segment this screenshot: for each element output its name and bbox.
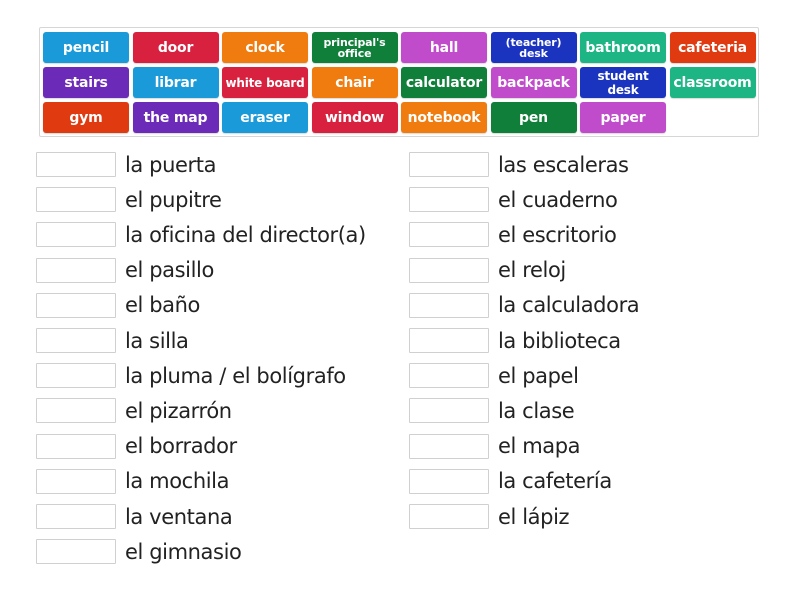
spanish-term-label: el baño [125, 293, 200, 318]
answer-tile[interactable]: paper [580, 102, 666, 133]
answer-tile[interactable]: eraser [222, 102, 308, 133]
answer-tile[interactable]: window [311, 102, 398, 133]
drop-target-box[interactable] [36, 504, 116, 529]
answer-tile[interactable]: chair [311, 67, 398, 98]
answer-tile[interactable]: stairs [43, 67, 129, 98]
match-row: la calculadora [409, 292, 640, 319]
answer-tile[interactable]: librar [132, 67, 219, 98]
drop-target-box[interactable] [36, 292, 116, 318]
drop-target-box[interactable] [36, 187, 116, 213]
drop-target-box[interactable] [36, 539, 116, 565]
answer-tile[interactable]: the map [132, 102, 219, 133]
drop-target-box[interactable] [36, 363, 116, 389]
match-row: la clase [409, 397, 575, 424]
answer-tile[interactable]: calculator [401, 67, 487, 98]
drop-target-box[interactable] [36, 152, 116, 177]
match-row: la cafetería [409, 468, 612, 495]
match-row: el mapa [409, 433, 581, 460]
answer-tile[interactable]: pencil [43, 32, 129, 63]
drop-target-box[interactable] [409, 398, 489, 424]
answer-tile[interactable]: notebook [401, 102, 487, 133]
match-row: la oficina del director(a) [36, 221, 366, 248]
match-row: el pasillo [36, 257, 214, 284]
answer-tile[interactable]: white board [222, 67, 308, 98]
answer-tile[interactable]: door [132, 32, 219, 63]
spanish-term-label: la pluma / el bolígrafo [125, 363, 346, 388]
match-row: la puerta [36, 151, 216, 178]
match-row: el baño [36, 292, 200, 319]
spanish-term-label: el pupitre [125, 187, 222, 212]
drop-target-box[interactable] [36, 433, 116, 459]
spanish-term-label: el mapa [498, 434, 581, 459]
match-row: el escritorio [409, 221, 617, 248]
answer-tile[interactable]: clock [222, 32, 308, 63]
answer-tile[interactable]: backpack [490, 67, 577, 98]
answer-tile[interactable]: cafeteria [669, 32, 756, 63]
answer-tile[interactable]: (teacher) desk [490, 32, 577, 63]
drop-target-box[interactable] [409, 468, 489, 494]
answer-tile[interactable]: principal's office [311, 32, 398, 63]
spanish-term-label: el lápiz [498, 504, 570, 529]
drop-target-box[interactable] [409, 433, 489, 459]
drop-target-box[interactable] [409, 292, 489, 318]
spanish-term-label: el escritorio [498, 222, 617, 247]
match-row: el cuaderno [409, 186, 618, 213]
drop-target-box[interactable] [409, 363, 489, 389]
drop-target-box[interactable] [36, 328, 116, 353]
match-row: la ventana [36, 503, 233, 530]
match-row: la mochila [36, 468, 229, 495]
drop-target-box[interactable] [409, 187, 489, 213]
match-row: la silla [36, 327, 189, 354]
match-row: el papel [409, 362, 579, 389]
spanish-term-label: el reloj [498, 258, 566, 283]
spanish-term-label: la silla [125, 328, 189, 353]
answer-tile[interactable]: bathroom [580, 32, 666, 63]
drop-target-box[interactable] [409, 328, 489, 353]
drop-target-box[interactable] [36, 222, 116, 248]
drop-target-box[interactable] [409, 504, 489, 529]
spanish-term-label: la ventana [125, 504, 233, 529]
match-row: la biblioteca [409, 327, 621, 354]
match-row: las escaleras [409, 151, 629, 178]
spanish-term-label: el gimnasio [125, 539, 242, 564]
answer-tile[interactable]: pen [490, 102, 577, 133]
spanish-term-label: el borrador [125, 434, 237, 459]
drop-target-box[interactable] [36, 398, 116, 424]
drop-target-box[interactable] [409, 152, 489, 177]
match-row: el pupitre [36, 186, 222, 213]
match-row: el borrador [36, 433, 237, 460]
spanish-term-label: el cuaderno [498, 187, 618, 212]
match-row: el lápiz [409, 503, 570, 530]
spanish-term-label: la puerta [125, 152, 217, 177]
match-row: el pizarrón [36, 397, 232, 424]
match-row: el gimnasio [36, 538, 242, 565]
spanish-term-label: el pizarrón [125, 398, 232, 423]
answer-tile[interactable]: student desk [580, 67, 666, 98]
spanish-term-label: la oficina del director(a) [125, 222, 366, 247]
spanish-term-label: la calculadora [498, 293, 640, 318]
answer-tile[interactable]: hall [401, 32, 487, 63]
spanish-term-label: la cafetería [498, 469, 612, 494]
spanish-term-label: la biblioteca [498, 328, 621, 353]
drop-target-box[interactable] [409, 257, 489, 283]
spanish-term-label: las escaleras [498, 152, 629, 177]
drop-target-box[interactable] [36, 468, 116, 494]
spanish-term-label: la mochila [125, 469, 230, 494]
match-row: la pluma / el bolígrafo [36, 362, 346, 389]
drop-target-box[interactable] [409, 222, 489, 248]
match-row: el reloj [409, 257, 566, 284]
drop-target-box[interactable] [36, 257, 116, 283]
spanish-term-label: el papel [498, 363, 579, 388]
answer-tile-bank: pencil door clock principal's office hall (te… [39, 27, 759, 137]
spanish-term-label: la clase [498, 398, 575, 423]
answer-tile[interactable]: gym [43, 102, 129, 133]
answer-tile[interactable]: classroom [669, 67, 756, 98]
spanish-term-label: el pasillo [125, 258, 214, 283]
